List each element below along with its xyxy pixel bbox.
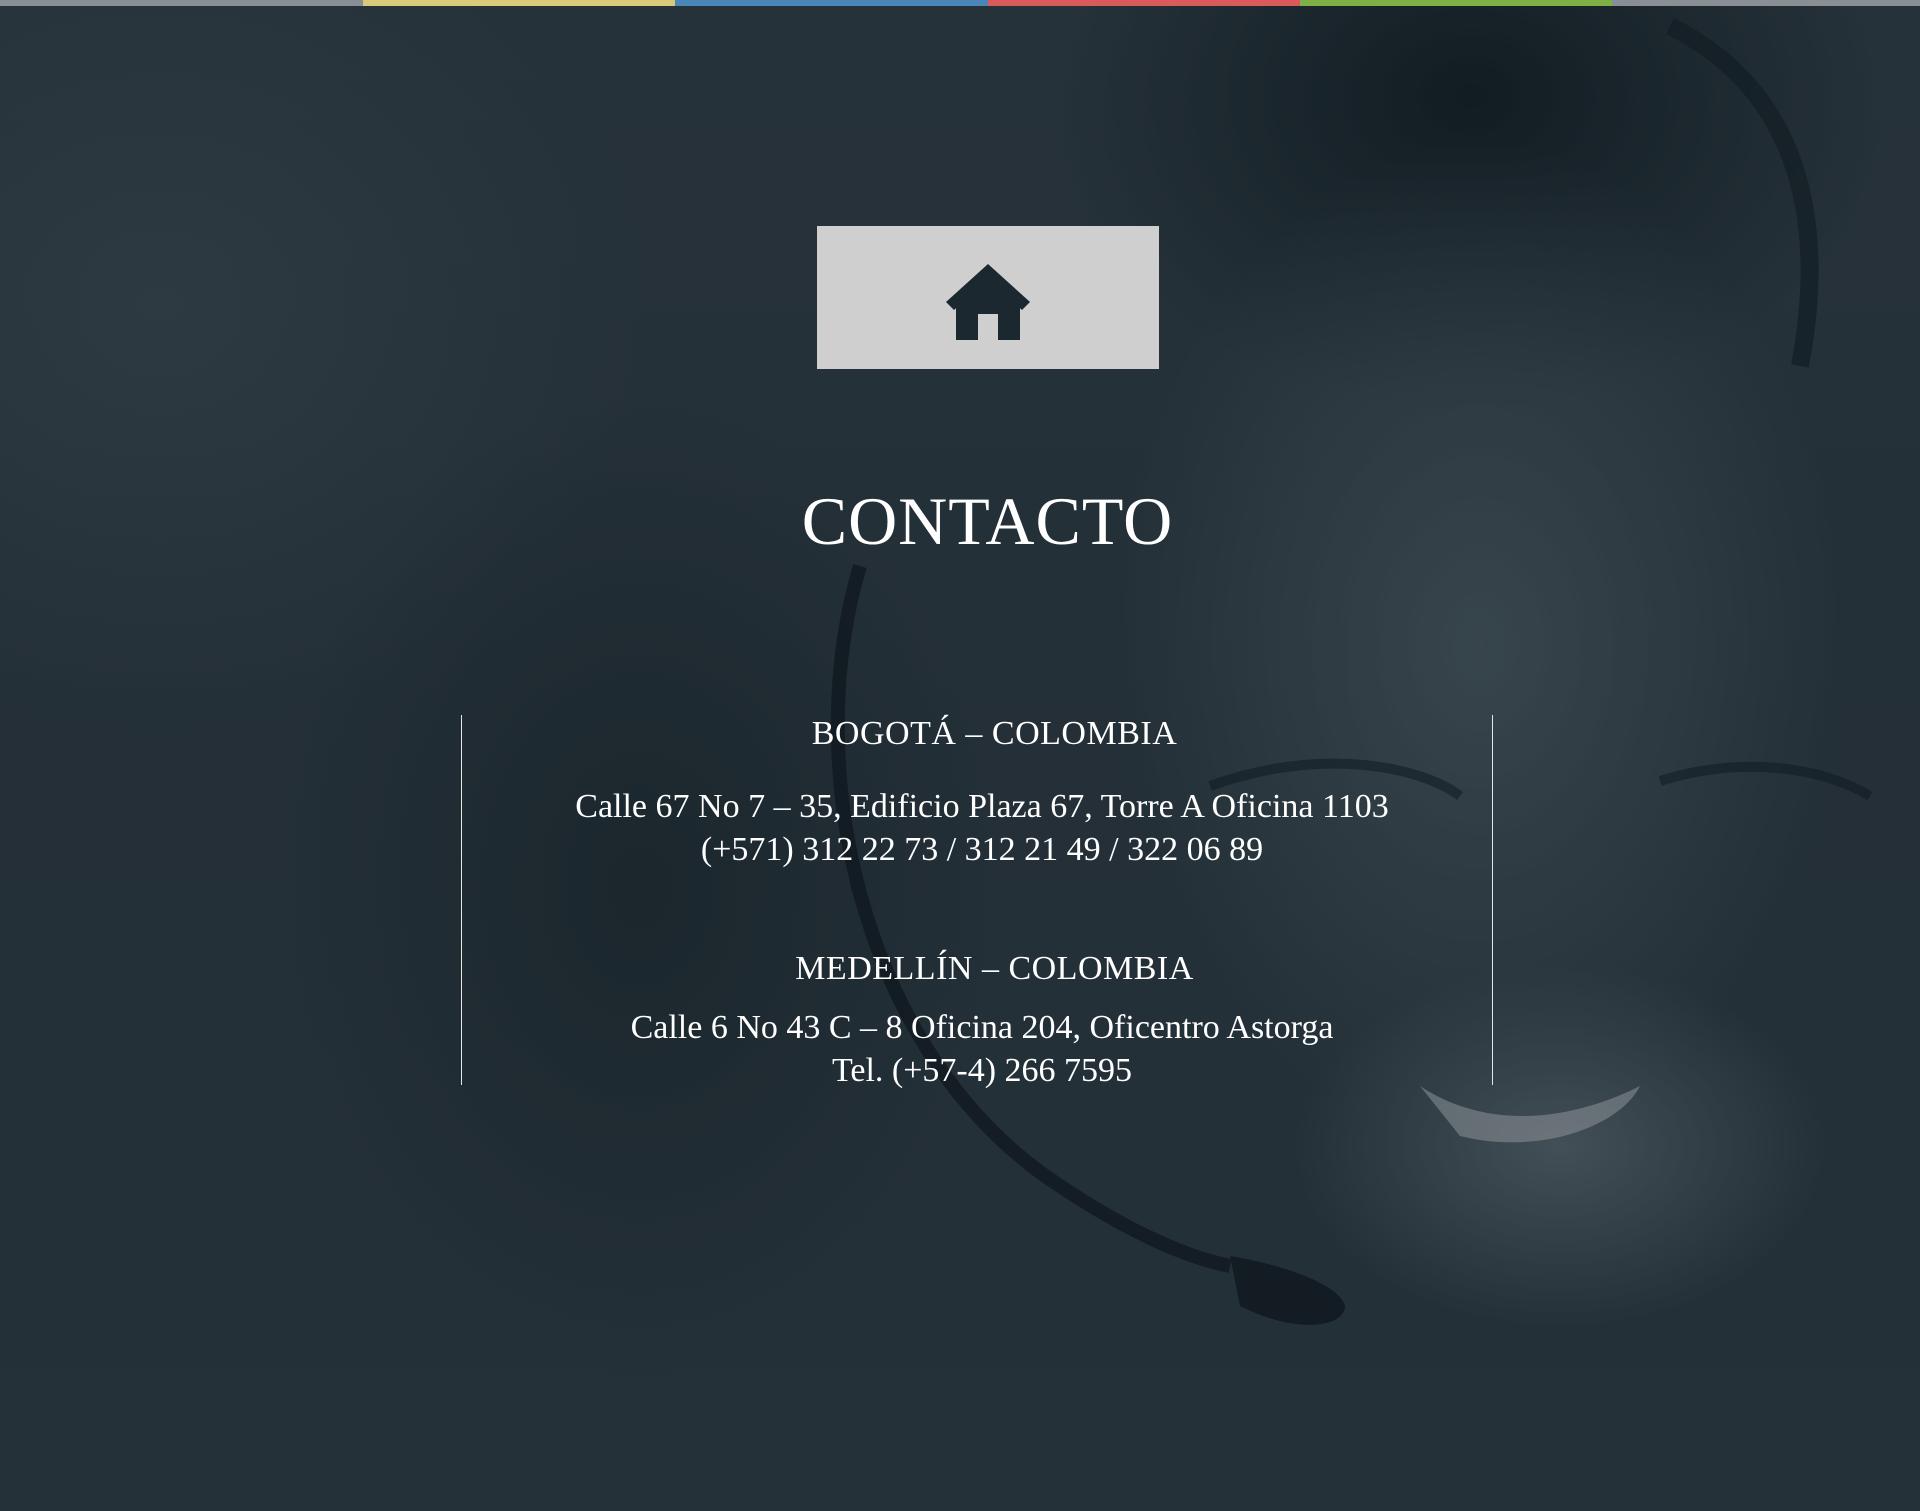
office-address-medellin: Calle 6 No 43 C – 8 Oficina 204, Oficent… bbox=[630, 1009, 1334, 1046]
office-phone-medellin: Tel. (+57-4) 266 7595 bbox=[831, 1052, 1133, 1089]
stripe-segment-yellow bbox=[363, 0, 675, 6]
office-address-bogota: Calle 67 No 7 – 35, Edificio Plaza 67, T… bbox=[575, 788, 1389, 825]
stripe-segment-red bbox=[988, 0, 1300, 6]
office-heading-medellin: MEDELLÍN – COLOMBIA bbox=[795, 950, 1194, 987]
home-icon bbox=[946, 263, 1030, 340]
stripe-segment-gray bbox=[0, 0, 363, 6]
contact-panel: BOGOTÁ – COLOMBIA Calle 67 No 7 – 35, Ed… bbox=[461, 715, 1493, 1089]
stripe-segment-blue bbox=[675, 0, 988, 6]
top-color-stripe bbox=[0, 0, 1920, 6]
stripe-segment-green bbox=[1300, 0, 1612, 6]
stripe-segment-gray-end bbox=[1612, 0, 1920, 6]
page-title: CONTACTO bbox=[801, 483, 1174, 559]
office-heading-bogota: BOGOTÁ – COLOMBIA bbox=[811, 715, 1178, 752]
office-phone-bogota: (+571) 312 22 73 / 312 21 49 / 322 06 89 bbox=[700, 831, 1264, 868]
home-button[interactable] bbox=[817, 226, 1159, 369]
